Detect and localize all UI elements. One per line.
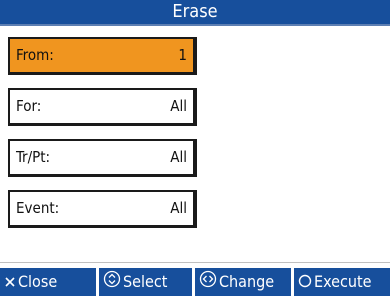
x-icon	[4, 269, 16, 296]
param-value: All	[170, 97, 187, 115]
left-right-icon	[199, 269, 217, 296]
screen-title: Erase	[0, 0, 390, 24]
function-bar: Close Select Change Execute	[0, 268, 390, 296]
param-value: All	[170, 148, 187, 166]
execute-button[interactable]: Execute	[294, 268, 390, 296]
erase-screen: Erase From: 1 For: All Tr/Pt: All Event:…	[0, 0, 390, 296]
param-value: All	[170, 199, 187, 217]
select-label: Select	[123, 272, 168, 291]
change-button[interactable]: Change	[195, 268, 291, 296]
change-label: Change	[219, 272, 275, 291]
param-event[interactable]: Event: All	[8, 190, 197, 228]
param-tr-pt[interactable]: Tr/Pt: All	[8, 139, 197, 177]
close-button[interactable]: Close	[0, 268, 96, 296]
param-from[interactable]: From: 1	[8, 37, 197, 75]
param-label: From:	[16, 46, 54, 64]
circle-icon	[298, 269, 312, 296]
title-divider	[0, 24, 390, 26]
execute-label: Execute	[314, 272, 372, 291]
param-label: For:	[16, 97, 42, 115]
up-down-icon	[103, 269, 121, 296]
param-for[interactable]: For: All	[8, 88, 197, 126]
select-button[interactable]: Select	[99, 268, 192, 296]
param-label: Event:	[16, 199, 60, 217]
param-label: Tr/Pt:	[16, 148, 51, 166]
param-value: 1	[178, 46, 187, 64]
bottom-rule	[0, 262, 390, 263]
close-label: Close	[18, 272, 58, 291]
